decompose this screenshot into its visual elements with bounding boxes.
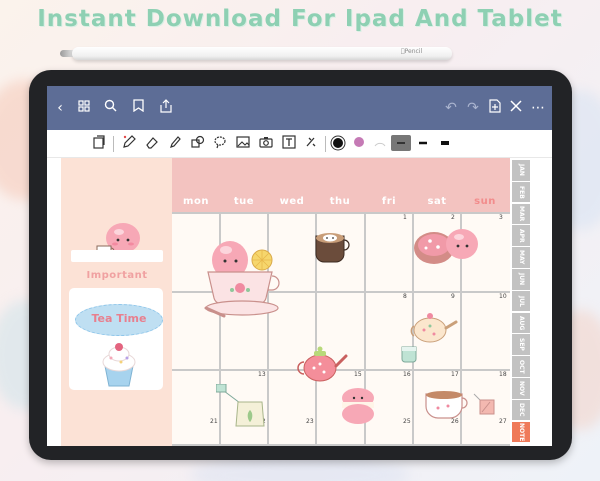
month-tab-note[interactable]: NOTE (512, 421, 530, 444)
month-tab-jun[interactable]: JUN (512, 269, 530, 291)
lasso-icon[interactable] (212, 135, 228, 151)
month-tab-apr[interactable]: APR (512, 225, 530, 247)
latte-sticker (315, 233, 350, 263)
weekday-label: wed (279, 196, 305, 207)
day-number: 13 (258, 371, 266, 378)
text-icon[interactable] (281, 135, 297, 151)
grid-icon[interactable] (75, 99, 93, 117)
stroke-medium[interactable] (415, 135, 431, 151)
add-page-icon[interactable] (486, 99, 504, 117)
weekday-label: mon (183, 196, 209, 207)
month-tab-oct[interactable]: OCT (512, 356, 530, 378)
toolbar-divider (325, 136, 326, 152)
day-number: 18 (499, 371, 507, 378)
cupcake-sticker (102, 343, 136, 387)
weekday-label: fri (381, 196, 397, 207)
weekday-label: sat (427, 196, 447, 207)
teacup-tag-sticker (425, 391, 495, 419)
month-tab-feb[interactable]: FEB (512, 181, 530, 204)
headline: Instant Download For Ipad And Tablet (37, 6, 563, 32)
color-swatch-white[interactable] (372, 135, 388, 151)
day-number: 10 (499, 293, 507, 300)
eraser-icon[interactable] (144, 135, 160, 151)
bookmark-icon[interactable] (129, 99, 147, 117)
important-label: Important (86, 270, 148, 281)
donut-blob-sticker (414, 229, 478, 264)
tea-bag-sticker (216, 384, 265, 427)
day-number: 16 (403, 371, 411, 378)
weekday-label: sun (474, 196, 496, 207)
month-tab-dec[interactable]: DEC (512, 399, 530, 422)
apple-pencil (72, 47, 452, 60)
month-tabs: JAN FEB MAR APR MAY JUN JUL AUG SEP OCT NOV DEC NOTE (510, 158, 530, 446)
back-icon[interactable]: ‹ (51, 99, 69, 117)
month-tab-jul[interactable]: JUL (512, 290, 530, 313)
day-number: 1 (403, 214, 407, 221)
day-number: 23 (306, 418, 314, 425)
search-icon[interactable] (101, 99, 119, 117)
weekday-label: tue (233, 196, 255, 207)
monthly-calendar: mon tue wed thu fri sat sun 123891013141… (172, 158, 510, 446)
tea-time-label: Tea Time (91, 312, 147, 325)
camera-icon[interactable] (258, 135, 274, 151)
stroke-thick[interactable] (437, 135, 453, 151)
blob-teacup-sticker (204, 241, 280, 318)
day-number: 9 (451, 293, 455, 300)
month-tab-may[interactable]: MAY (512, 247, 530, 269)
toolbar-divider (113, 136, 114, 152)
weekday-label: thu (329, 196, 351, 207)
important-line (71, 250, 163, 262)
month-tab-mar[interactable]: MAR (512, 203, 530, 226)
month-tab-jan[interactable]: JAN (512, 160, 530, 182)
page-tools-icon[interactable] (91, 135, 107, 151)
undo-icon[interactable]: ↶ (442, 99, 460, 117)
redo-icon[interactable]: ↷ (464, 99, 482, 117)
close-icon[interactable] (507, 99, 525, 117)
day-number: 3 (499, 214, 503, 221)
app-bar: ‹ ↶ ↷ ⋯ (47, 86, 552, 130)
day-number: 25 (403, 418, 411, 425)
teapot-sticker (410, 313, 458, 343)
day-number: 15 (354, 371, 362, 378)
month-tab-aug[interactable]: AUG (512, 312, 530, 335)
highlighter-icon[interactable] (167, 135, 183, 151)
pen-icon[interactable] (121, 135, 137, 151)
drawing-toolbar (47, 130, 552, 158)
month-tab-sep[interactable]: SEP (512, 334, 530, 356)
color-swatch-purple[interactable] (351, 135, 367, 151)
day-number: 17 (451, 371, 459, 378)
shapes-icon[interactable] (190, 135, 206, 151)
grid-line (172, 212, 510, 214)
planner-page: Important Tea Time mon tue wed thu fri s… (47, 158, 552, 446)
pink-teapot-sticker (297, 346, 348, 382)
image-icon[interactable] (235, 135, 251, 151)
small-cup-sticker (401, 346, 417, 363)
element-icon[interactable] (303, 135, 319, 151)
stroke-thin-selected[interactable] (391, 135, 411, 151)
pencil-brand: Pencil (401, 48, 422, 55)
more-icon[interactable]: ⋯ (529, 99, 547, 117)
tablet-screen: ‹ ↶ ↷ ⋯ Important Tea Time mon tue wed t… (47, 86, 552, 446)
macaron-sticker (342, 388, 374, 424)
color-swatch-black[interactable] (330, 135, 346, 151)
share-icon[interactable] (157, 99, 175, 117)
grid-line (172, 444, 510, 446)
day-number: 8 (403, 293, 407, 300)
month-tab-nov[interactable]: NOV (512, 378, 530, 400)
day-number: 2 (451, 214, 455, 221)
